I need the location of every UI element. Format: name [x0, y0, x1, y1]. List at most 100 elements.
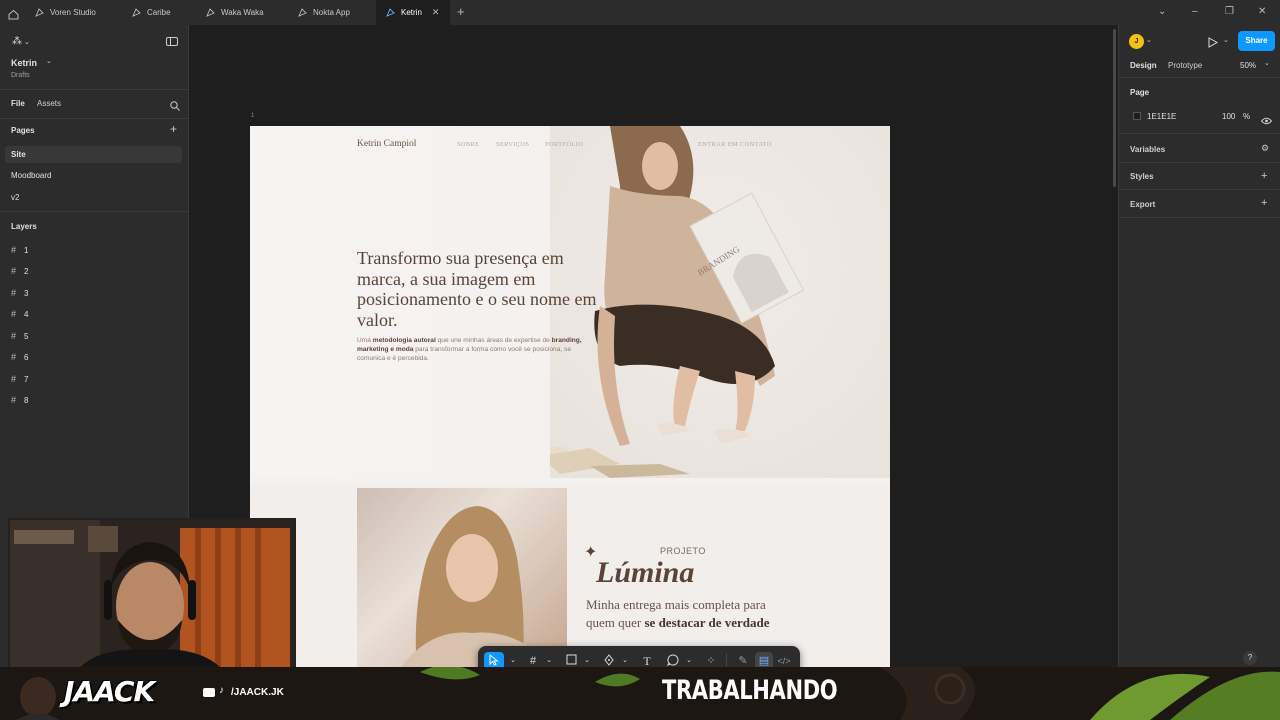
file-name[interactable]: Ketrin	[11, 58, 37, 68]
cursor-icon[interactable]	[487, 653, 501, 668]
page-item-moodboard[interactable]: Moodboard	[11, 171, 51, 180]
site-frame[interactable]: BRANDING Ketrin Campiol SOBRE SERVIÇOS P…	[250, 126, 890, 667]
subcopy-text: Uma	[357, 337, 373, 344]
frame-tool-icon[interactable]: #	[526, 654, 540, 668]
rectangle-tool-icon[interactable]	[564, 654, 578, 668]
minimize-icon[interactable]: –	[1192, 6, 1198, 18]
frame-label[interactable]: 1	[251, 113, 254, 119]
layer-frame-8[interactable]: #8	[11, 395, 28, 405]
layer-frame-2[interactable]: #2	[11, 266, 28, 276]
close-window-icon[interactable]: ✕	[1258, 6, 1266, 18]
page-item-v2[interactable]: v2	[11, 193, 19, 202]
layer-frame-5[interactable]: #5	[11, 331, 28, 341]
visibility-eye-icon[interactable]	[1260, 112, 1273, 130]
close-tab-icon[interactable]: ✕	[432, 7, 440, 18]
chevron-down-icon[interactable]: ⌄	[618, 654, 632, 668]
tab-waka-waka[interactable]: Waka Waka	[205, 0, 285, 25]
search-icon[interactable]	[170, 98, 180, 116]
tab-prototype[interactable]: Prototype	[1168, 61, 1202, 70]
project-copy-bold: se destacar de verdade	[644, 615, 770, 630]
subcopy-bold: metodologia autoral	[372, 337, 436, 344]
page-color-value[interactable]: 1E1E1E	[1147, 112, 1176, 121]
tab-assets[interactable]: Assets	[37, 99, 61, 108]
layer-label: 7	[24, 374, 29, 384]
tiktok-icon: ♪	[219, 685, 224, 696]
layer-frame-6[interactable]: #6	[11, 352, 28, 362]
new-tab-icon[interactable]: +	[457, 5, 465, 18]
main-menu-icon[interactable]: ⁂ ⌄	[12, 36, 30, 47]
chevron-down-icon[interactable]: ⌄	[1146, 36, 1152, 44]
site-nav-portfolio: PORTFÓLIO	[545, 141, 584, 148]
brand-logo-text: JAACK	[64, 675, 155, 708]
draw-mode-icon[interactable]: ✎	[736, 654, 750, 668]
percent-sign: %	[1243, 112, 1251, 121]
vertical-scrollbar[interactable]	[1113, 29, 1116, 187]
add-export-icon[interactable]: +	[1261, 198, 1267, 209]
chevron-down-icon[interactable]: ⌄	[1264, 59, 1270, 67]
layer-frame-3[interactable]: #3	[11, 288, 28, 298]
layer-frame-1[interactable]: #1	[11, 245, 28, 255]
divider	[1119, 133, 1280, 134]
design-file-icon	[205, 8, 215, 18]
dev-mode-icon[interactable]: </>	[777, 654, 791, 668]
share-button[interactable]: Share	[1238, 31, 1275, 51]
avatar[interactable]: J	[1129, 34, 1144, 49]
present-play-icon[interactable]	[1208, 35, 1219, 53]
tab-label: Waka Waka	[221, 8, 264, 17]
divider	[0, 211, 189, 212]
tab-file[interactable]: File	[11, 99, 25, 108]
restore-icon[interactable]: ❐	[1225, 6, 1234, 18]
tab-ketrin[interactable]: Ketrin ✕	[376, 0, 450, 25]
status-text: TRABALHANDO	[662, 675, 838, 706]
project-section: ✦ PROJETO Lúmina Minha entrega mais comp…	[250, 484, 890, 667]
frame-icon: #	[11, 331, 17, 341]
frame-icon: #	[11, 245, 17, 255]
pen-tool-icon[interactable]	[602, 654, 616, 668]
tab-nokta-app[interactable]: Nokta App	[297, 0, 377, 25]
components-icon[interactable]: ⁘	[704, 654, 718, 668]
chevron-down-icon[interactable]: ⌄	[542, 654, 556, 668]
add-style-icon[interactable]: +	[1261, 171, 1267, 182]
tab-voren-studio[interactable]: Voren Studio	[34, 0, 124, 25]
variables-heading[interactable]: Variables	[1130, 145, 1165, 154]
page-color-swatch[interactable]	[1133, 112, 1141, 120]
tab-bar: Voren Studio Caribe Waka Waka Nokta App …	[0, 0, 1280, 25]
layer-label: 4	[24, 309, 29, 319]
page-opacity-value[interactable]: 100	[1222, 112, 1235, 121]
site-subcopy: Uma metodologia autoral que une minhas á…	[357, 336, 587, 363]
chevron-down-icon[interactable]: ⌄	[580, 654, 594, 668]
divider	[1119, 162, 1280, 163]
layer-label: 3	[24, 288, 29, 298]
tab-caribe[interactable]: Caribe	[131, 0, 201, 25]
site-nav-sobre: SOBRE	[457, 141, 480, 148]
chevron-down-icon[interactable]: ⌄	[1158, 6, 1166, 18]
layer-label: 6	[24, 352, 29, 362]
chevron-down-icon[interactable]: ⌄	[506, 654, 520, 668]
zoom-level[interactable]: 50%	[1240, 61, 1256, 70]
design-mode-icon[interactable]: ▤	[757, 654, 771, 668]
home-icon[interactable]	[8, 7, 19, 20]
layer-label: 2	[24, 266, 29, 276]
comment-tool-icon[interactable]	[666, 654, 680, 668]
hero-photo: BRANDING	[550, 126, 890, 478]
tab-design[interactable]: Design	[1130, 61, 1157, 70]
chevron-down-icon[interactable]: ⌄	[46, 57, 52, 65]
help-button[interactable]: ?	[1243, 651, 1257, 665]
toggle-sidebar-icon[interactable]	[166, 37, 178, 46]
chevron-down-icon[interactable]: ⌄	[682, 654, 696, 668]
layer-frame-4[interactable]: #4	[11, 309, 28, 319]
variables-settings-icon[interactable]: ⚙	[1261, 143, 1269, 154]
canvas[interactable]: 1 BRANDING Ketrin Campiol SOBRE SERVIÇOS…	[190, 25, 1118, 667]
chevron-down-icon[interactable]: ⌄	[1223, 36, 1229, 44]
layer-label: 8	[24, 395, 29, 405]
hero-section: BRANDING Ketrin Campiol SOBRE SERVIÇOS P…	[250, 126, 890, 478]
styles-heading: Styles	[1130, 172, 1154, 181]
layers-heading: Layers	[11, 222, 37, 231]
site-headline: Transformo sua presença em marca, a sua …	[357, 248, 597, 330]
page-item-site[interactable]	[5, 146, 182, 163]
text-tool-icon[interactable]: T	[640, 654, 654, 668]
design-file-icon	[34, 8, 44, 18]
layer-frame-7[interactable]: #7	[11, 374, 28, 384]
add-page-icon[interactable]: +	[170, 123, 177, 135]
frame-icon: #	[11, 309, 17, 319]
